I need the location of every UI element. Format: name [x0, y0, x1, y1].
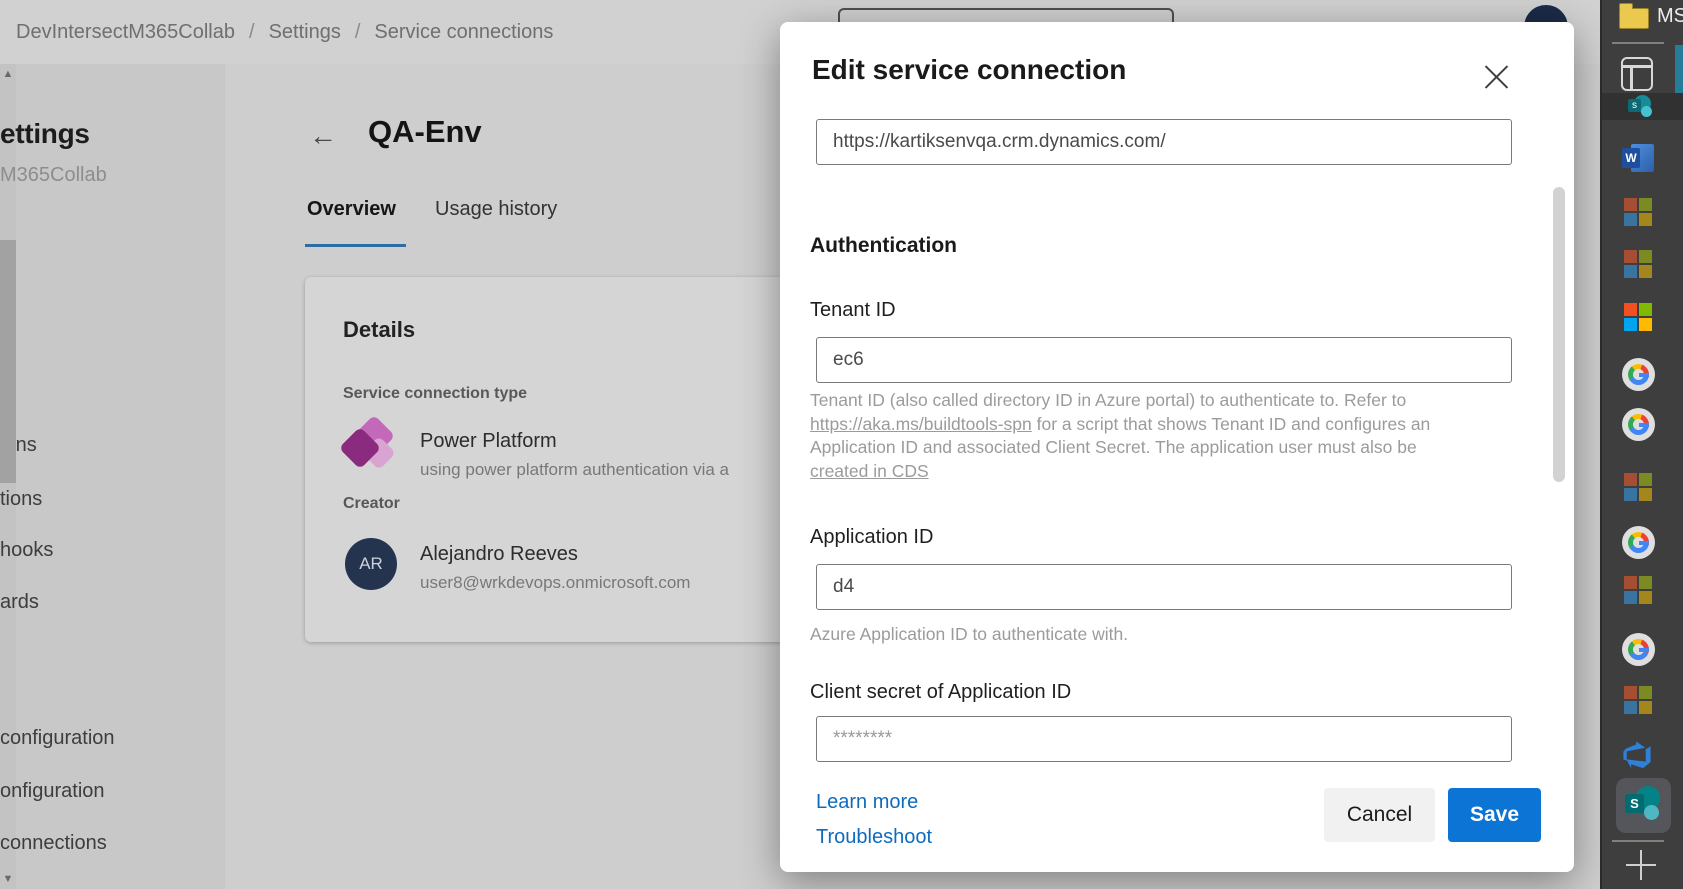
breadcrumb-settings[interactable]: Settings	[269, 21, 341, 44]
sidebar-item-team-configuration[interactable]: onfiguration	[0, 780, 105, 803]
tab-usage-history[interactable]: Usage history	[435, 198, 557, 221]
google-icon[interactable]	[1622, 526, 1655, 559]
breadcrumb-separator: /	[355, 21, 361, 44]
save-button[interactable]: Save	[1448, 788, 1541, 842]
creator-name: Alejandro Reeves	[420, 543, 578, 566]
office-grid-icon[interactable]	[1624, 473, 1652, 501]
sharepoint-active-icon[interactable]: S	[1616, 778, 1671, 833]
helper-text: Tenant ID (also called directory ID in A…	[810, 390, 1406, 410]
application-id-helper: Azure Application ID to authenticate wit…	[810, 623, 1465, 647]
azure-devops-icon[interactable]	[1623, 741, 1651, 769]
add-icon[interactable]	[1626, 850, 1656, 880]
dialog-title: Edit service connection	[812, 54, 1126, 86]
client-secret-input[interactable]	[816, 716, 1512, 762]
office-grid-icon[interactable]	[1624, 198, 1652, 226]
dialog-scrollbar-thumb[interactable]	[1553, 187, 1565, 482]
sidebar-scrollbar[interactable]: ▲ ▼	[0, 64, 16, 889]
sharepoint-icon[interactable]: s	[1628, 95, 1654, 119]
google-icon[interactable]	[1622, 358, 1655, 391]
power-platform-icon	[341, 419, 403, 481]
divider	[1612, 840, 1664, 842]
learn-more-link[interactable]: Learn more	[816, 791, 918, 814]
application-id-label: Application ID	[810, 526, 933, 549]
scroll-down-icon[interactable]: ▼	[0, 873, 16, 885]
browser-panel-icon[interactable]	[1621, 57, 1653, 91]
authentication-heading: Authentication	[810, 234, 957, 258]
creator-label: Creator	[343, 495, 400, 513]
details-title: Details	[343, 317, 415, 343]
close-icon[interactable]	[1480, 60, 1514, 94]
breadcrumb-service-connections[interactable]: Service connections	[374, 21, 553, 44]
office-grid-icon[interactable]	[1624, 686, 1652, 714]
breadcrumb-project[interactable]: DevIntersectM365Collab	[16, 21, 235, 44]
word-icon[interactable]: W	[1622, 144, 1654, 172]
back-arrow-icon[interactable]: ←	[309, 122, 337, 150]
service-connection-type-label: Service connection type	[343, 385, 527, 403]
sharepoint-letter: s	[1628, 99, 1641, 112]
troubleshoot-link[interactable]: Troubleshoot	[816, 826, 932, 849]
page-title: QA-Env	[368, 114, 482, 150]
edit-service-connection-dialog: Edit service connection Authentication T…	[780, 22, 1574, 872]
folder-label: MS	[1657, 5, 1683, 28]
sidebar-item-dashboards[interactable]: ards	[0, 591, 39, 614]
server-url-input[interactable]	[816, 119, 1512, 165]
google-icon[interactable]	[1622, 408, 1655, 441]
settings-heading: ettings	[0, 118, 90, 150]
project-name: M365Collab	[0, 164, 107, 187]
browser-sidebar: MS s W S	[1600, 0, 1683, 889]
client-secret-label: Client secret of Application ID	[810, 681, 1071, 704]
connection-type-name: Power Platform	[420, 430, 557, 453]
settings-sidebar: ettings M365Collab w ions tions hooks ar…	[0, 64, 225, 889]
divider	[1612, 42, 1664, 44]
sharepoint-row-highlight[interactable]: s	[1602, 93, 1683, 120]
created-in-cds-link[interactable]: created in CDS	[810, 461, 929, 481]
sharepoint-letter: S	[1625, 794, 1644, 813]
sidebar-item-notifications[interactable]: tions	[0, 488, 42, 511]
tenant-id-helper: Tenant ID (also called directory ID in A…	[810, 389, 1465, 483]
office-grid-icon[interactable]	[1624, 576, 1652, 604]
cancel-button[interactable]: Cancel	[1324, 788, 1435, 842]
breadcrumb-separator: /	[249, 21, 255, 44]
active-tab-underline	[305, 244, 406, 247]
tenant-id-label: Tenant ID	[810, 299, 896, 322]
scrollbar-thumb[interactable]	[0, 240, 16, 483]
application-id-input[interactable]	[816, 564, 1512, 610]
word-letter: W	[1622, 148, 1640, 168]
folder-icon[interactable]	[1619, 8, 1649, 29]
creator-avatar: AR	[345, 538, 397, 590]
office-grid-icon[interactable]	[1624, 250, 1652, 278]
sidebar-item-github-connections[interactable]: connections	[0, 832, 107, 855]
microsoft-logo-icon[interactable]	[1624, 303, 1652, 331]
tab-overview[interactable]: Overview	[307, 198, 396, 221]
sidebar-item-project-configuration[interactable]: configuration	[0, 727, 115, 750]
sidebar-item-service-hooks[interactable]: hooks	[0, 539, 53, 562]
scroll-up-icon[interactable]: ▲	[0, 68, 16, 80]
tenant-id-input[interactable]	[816, 337, 1512, 383]
google-icon[interactable]	[1622, 633, 1655, 666]
buildtools-spn-link[interactable]: https://aka.ms/buildtools-spn	[810, 414, 1032, 434]
